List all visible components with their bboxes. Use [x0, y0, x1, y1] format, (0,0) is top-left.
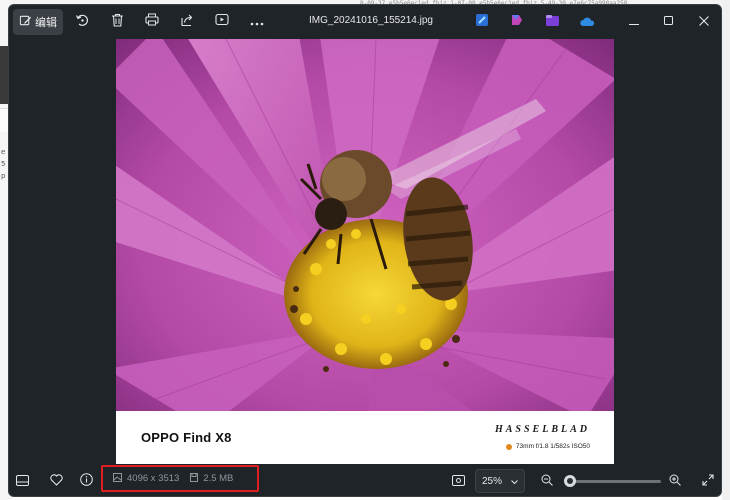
close-button[interactable]	[687, 9, 721, 35]
clipchamp-icon	[476, 13, 488, 31]
filmstrip-button[interactable]	[11, 471, 33, 493]
delete-button[interactable]	[104, 9, 130, 35]
bee-on-flower-image	[116, 39, 614, 411]
clipchamp-folder-icon	[545, 13, 559, 31]
window-title: IMG_20241016_155214.jpg	[309, 15, 433, 26]
zoom-out-button[interactable]	[536, 471, 558, 493]
photo-canvas[interactable]: OPPO Find X8 HASSELBLAD 73mm f/1.8 1/582…	[116, 39, 614, 464]
maximize-icon	[664, 13, 674, 31]
designer-button[interactable]	[504, 9, 530, 35]
favorite-button[interactable]	[45, 471, 67, 493]
heart-icon	[49, 473, 63, 491]
clipchamp-button[interactable]	[469, 9, 495, 35]
fit-to-window-icon	[451, 473, 465, 491]
chevron-down-icon	[511, 476, 518, 487]
exif-specs-text: 73mm f/1.8 1/582s ISO50	[515, 443, 590, 450]
zoom-in-icon	[669, 473, 681, 491]
zoom-slider[interactable]	[563, 475, 661, 487]
titlebar: 编辑 IMG_20241016_155214.jpg	[9, 5, 721, 39]
file-size-icon	[190, 472, 199, 485]
more-button[interactable]	[244, 9, 270, 35]
photo-watermark-footer: OPPO Find X8 HASSELBLAD 73mm f/1.8 1/582…	[116, 411, 614, 464]
photo-viewer-window: 编辑 IMG_20241016_155214.jpg OPPO Find X8 …	[8, 4, 722, 497]
more-icon	[250, 13, 264, 31]
background-text-fragment: e	[1, 148, 6, 156]
expand-icon	[702, 473, 714, 491]
filmstrip-icon	[15, 473, 29, 491]
delete-icon	[111, 13, 124, 32]
background-text-fragment: p	[1, 172, 6, 180]
designer-icon	[511, 13, 523, 31]
maximize-button[interactable]	[652, 9, 686, 35]
slideshow-icon	[215, 13, 229, 31]
clipchamp-folder-button[interactable]	[539, 9, 565, 35]
resolution-icon	[113, 472, 122, 485]
edit-icon	[19, 14, 32, 30]
bottom-toolbar: 4096 x 3513 2.5 MB 25%	[9, 465, 721, 496]
edit-button-label: 编辑	[35, 16, 57, 29]
minimize-button[interactable]	[617, 9, 651, 35]
print-icon	[145, 13, 159, 31]
rotate-button[interactable]	[69, 9, 95, 35]
file-info-button[interactable]	[75, 471, 97, 493]
onedrive-icon	[579, 13, 595, 31]
onedrive-button[interactable]	[574, 9, 600, 35]
share-icon	[180, 13, 194, 32]
camera-model-label: OPPO Find X8	[141, 430, 232, 445]
close-icon	[699, 13, 709, 31]
background-text-fragment: 5	[1, 160, 6, 168]
edit-button[interactable]: 编辑	[13, 9, 63, 35]
exif-specs: 73mm f/1.8 1/582s ISO50	[505, 443, 590, 450]
share-button[interactable]	[174, 9, 200, 35]
rotate-icon	[75, 13, 89, 32]
zoom-in-button[interactable]	[664, 471, 686, 493]
image-info-highlight: 4096 x 3513 2.5 MB	[101, 465, 259, 492]
background-app-right	[722, 0, 730, 500]
zoom-slider-thumb[interactable]	[563, 475, 576, 487]
print-button[interactable]	[139, 9, 165, 35]
file-size: 2.5 MB	[203, 473, 234, 484]
actual-size-button[interactable]	[447, 471, 469, 493]
minimize-icon	[629, 13, 639, 31]
zoom-out-icon	[541, 473, 553, 491]
hasselblad-logo: HASSELBLAD	[494, 424, 590, 435]
image-dimensions: 4096 x 3513	[127, 473, 180, 484]
fullscreen-button[interactable]	[697, 471, 719, 493]
zoom-level-value: 25%	[482, 475, 503, 487]
slideshow-button[interactable]	[209, 9, 235, 35]
background-thumbnail	[0, 46, 8, 104]
exif-dot-icon	[505, 443, 512, 450]
info-icon	[79, 473, 93, 491]
zoom-level-dropdown[interactable]: 25%	[475, 469, 525, 493]
